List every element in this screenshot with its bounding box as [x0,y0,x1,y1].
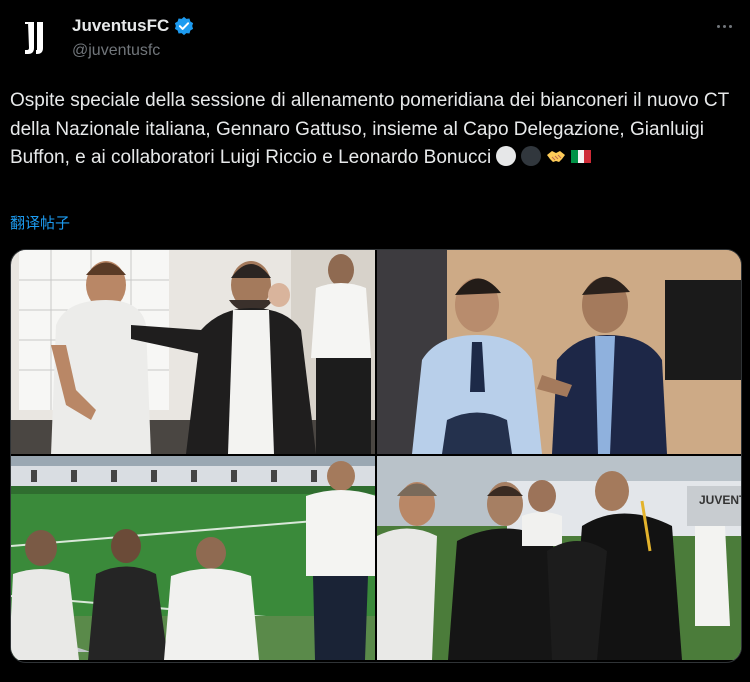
avatar[interactable] [12,14,60,62]
handshake-icon [547,151,566,162]
photo-buffon-conversation[interactable] [377,250,741,454]
media-grid[interactable]: JUVENTUS [10,249,742,663]
tweet-body: Ospite speciale della sessione di allena… [10,90,729,168]
white-circle-icon [496,146,517,166]
emoji-row [495,145,592,167]
more-options-icon[interactable] [712,14,736,38]
verified-badge-icon [175,16,194,36]
photo-embrace[interactable]: JUVENTUS [377,456,741,660]
italy-flag-icon [571,150,592,163]
photo-gattuso-greeting[interactable] [11,250,375,454]
translate-post-link[interactable]: 翻译帖子 [10,212,70,233]
display-name[interactable]: JuventusFC [72,16,169,36]
tweet-text: Ospite speciale della sessione di allena… [10,87,740,173]
photo-training-pitch[interactable] [11,456,375,660]
black-circle-icon [521,146,542,166]
author-name-row: JuventusFC [72,16,194,36]
juventus-logo-icon [25,22,43,54]
handle[interactable]: @juventusfc [72,42,160,60]
stadium-sign: JUVENTUS [699,493,741,507]
